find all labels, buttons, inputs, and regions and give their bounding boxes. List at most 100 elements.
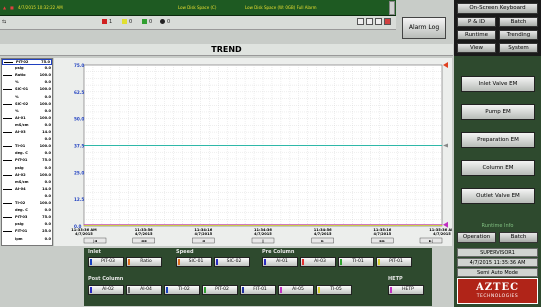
tag-list-item[interactable]: 0.0 xyxy=(2,194,52,200)
pen-toggle-ti-02[interactable]: TI-02 xyxy=(164,285,200,295)
alarm-banner[interactable]: ▲ ■ 4/7/2015 10:32:22 AM Low Disk Space … xyxy=(0,0,396,16)
tag-name: deg. C xyxy=(15,208,28,213)
tag-list-item[interactable]: lpm 0.0 xyxy=(2,237,52,243)
alarm-disabled-icon xyxy=(160,19,165,24)
tag-list-item[interactable]: AI-01 100.0 xyxy=(2,116,52,122)
pen-toggle-ai-02[interactable]: AI-02 xyxy=(88,285,124,295)
pen-toggle-sic-01[interactable]: SIC-01 xyxy=(176,257,212,267)
tag-list-item[interactable]: psig 0.0 xyxy=(2,222,52,228)
tag-list-item[interactable]: deg. C 0.0 xyxy=(2,208,52,214)
tag-list-item[interactable]: TI-02 100.0 xyxy=(2,201,52,207)
pen-group-panel: Inlet PIT-03 Ratio Speed SIC-01 SIC-02 Pre Col… xyxy=(84,248,432,306)
trend-chart[interactable]: 75.0 62.5 50.0 37.5 25.0 12.5 0.0 11:33:36 AM 4/… xyxy=(54,58,452,246)
scroll-button-icon: ◄ xyxy=(202,239,205,243)
tag-list-item[interactable]: TI-01 100.0 xyxy=(2,144,52,150)
series-point xyxy=(381,145,383,146)
trending-button[interactable]: Trending xyxy=(499,30,538,40)
tag-list-item[interactable]: deg. C 0.0 xyxy=(2,151,52,157)
pen-label: PIT-01 xyxy=(389,259,403,264)
tag-name: Ratio xyxy=(15,73,26,78)
tag-list-item[interactable]: % 0.0 xyxy=(2,95,52,101)
check-icon[interactable] xyxy=(357,18,364,25)
pen-swatch xyxy=(3,132,12,133)
pen-toggle-ai-04[interactable]: AI-04 xyxy=(126,285,162,295)
pump-em-button[interactable]: Pump EM xyxy=(461,104,535,120)
pen-toggle-pit-01[interactable]: PIT-01 xyxy=(376,257,412,267)
tag-list-item[interactable]: PIT-03 75.0 xyxy=(2,215,52,221)
network-icon: ⇆ xyxy=(2,19,7,25)
pen-swatch xyxy=(3,231,12,233)
series-point xyxy=(202,224,204,226)
inlet-valve-em-button[interactable]: Inlet Valve EM xyxy=(461,76,535,92)
pen-swatch xyxy=(3,103,12,105)
pen-toggle-hetp[interactable]: HETP xyxy=(388,285,424,295)
pen-toggle-ti-05[interactable]: TI-05 xyxy=(316,285,352,295)
tag-value: 25.0 xyxy=(42,229,51,234)
runtime-button[interactable]: Runtime xyxy=(457,30,496,40)
series-point xyxy=(381,224,383,226)
alarm-log-button[interactable]: Alarm Log xyxy=(402,17,446,39)
column-em-button[interactable]: Column EM xyxy=(461,160,535,176)
outlet-valve-em-button[interactable]: Outlet Valve EM xyxy=(461,188,535,204)
alarm-scrollbar[interactable] xyxy=(389,1,395,15)
tag-name: FIT-01 xyxy=(15,229,28,234)
pen-toggle-pit-02[interactable]: PIT-02 xyxy=(202,285,238,295)
pen-swatch xyxy=(3,89,12,91)
tag-value: 0.0 xyxy=(44,193,51,198)
dropdown-icon[interactable] xyxy=(366,18,373,25)
pen-toggle-ai-05[interactable]: AI-05 xyxy=(278,285,314,295)
tag-value: 100.0 xyxy=(39,73,51,78)
on-screen-keyboard-button[interactable]: On-Screen Keyboard xyxy=(457,3,538,14)
pen-toggle-ai-01[interactable]: AI-01 xyxy=(262,257,298,267)
tag-value: 100.0 xyxy=(39,144,51,149)
silence-icon[interactable] xyxy=(384,18,391,25)
pen-toggle-ratio[interactable]: Ratio xyxy=(126,257,162,267)
tag-list-item[interactable]: 0.0 xyxy=(2,137,52,143)
pen-label: SIC-01 xyxy=(188,259,204,264)
tag-list-item[interactable]: psig 0.0 xyxy=(2,66,52,72)
pen-toggle-fit-01[interactable]: FIT-01 xyxy=(240,285,276,295)
trend-tag-list[interactable]: PIT-02 75.0 psig 0.0 Ratio 100.0% 0.0 SIC-01 100… xyxy=(1,58,53,246)
batch-mode-button[interactable]: Batch xyxy=(499,232,538,243)
system-button[interactable]: System xyxy=(499,43,538,53)
tag-value: 100.0 xyxy=(39,87,51,92)
pen-swatch xyxy=(3,146,12,148)
tag-value: 100.0 xyxy=(39,172,51,177)
operation-button[interactable]: Operation xyxy=(457,232,496,243)
tag-value: 0.0 xyxy=(44,66,51,71)
filter-icon[interactable] xyxy=(375,18,382,25)
inlet-group-label: Inlet xyxy=(88,249,101,255)
y-tick-label: 37.5 xyxy=(74,144,84,149)
preparation-em-button[interactable]: Preparation EM xyxy=(461,132,535,148)
pen-toggle-ti-01[interactable]: TI-01 xyxy=(338,257,374,267)
p-and-id-button[interactable]: P & ID xyxy=(457,17,496,27)
tag-value: 75.0 xyxy=(41,60,50,64)
pen-toggle-ai-03[interactable]: AI-03 xyxy=(300,257,336,267)
tag-list-item[interactable]: SIC-01 100.0 xyxy=(2,87,52,93)
tag-list-item[interactable]: % 0.0 xyxy=(2,109,52,115)
tag-list-item[interactable]: SIC-02 100.0 xyxy=(2,102,52,108)
tag-list-item[interactable]: mS/cm 0.0 xyxy=(2,123,52,129)
tag-list-item[interactable]: FIT-01 25.0 xyxy=(2,229,52,235)
pen-color-swatch xyxy=(90,287,92,293)
alarm-count-disabled: 0 xyxy=(160,19,170,25)
tag-list-item[interactable]: PIT-02 75.0 xyxy=(2,59,52,65)
batch-nav-button[interactable]: Batch xyxy=(499,17,538,27)
tag-list-item[interactable]: mS/cm 0.0 xyxy=(2,180,52,186)
tag-list-item[interactable]: AI-02 100.0 xyxy=(2,173,52,179)
pen-toggle-pit-03[interactable]: PIT-03 xyxy=(88,257,124,267)
pen-label: AI-05 xyxy=(292,287,304,292)
tag-list-item[interactable]: PIT-01 75.0 xyxy=(2,158,52,164)
alarm-timestamp: 4/7/2015 10:32:22 AM xyxy=(18,5,63,10)
tag-list-item[interactable]: AI-04 14.0 xyxy=(2,187,52,193)
tag-list-item[interactable]: AI-03 14.0 xyxy=(2,130,52,136)
tag-value: 100.0 xyxy=(39,101,51,106)
pen-toggle-sic-02[interactable]: SIC-02 xyxy=(214,257,250,267)
tag-list-item[interactable]: % 0.0 xyxy=(2,80,52,86)
pen-label: PIT-03 xyxy=(101,259,115,264)
view-button[interactable]: View xyxy=(457,43,496,53)
tag-list-item[interactable]: psig 0.0 xyxy=(2,166,52,172)
tag-list-item[interactable]: Ratio 100.0 xyxy=(2,73,52,79)
x-tick-label: 4/7/2015 xyxy=(433,232,451,236)
tag-value: 0.0 xyxy=(44,222,51,227)
